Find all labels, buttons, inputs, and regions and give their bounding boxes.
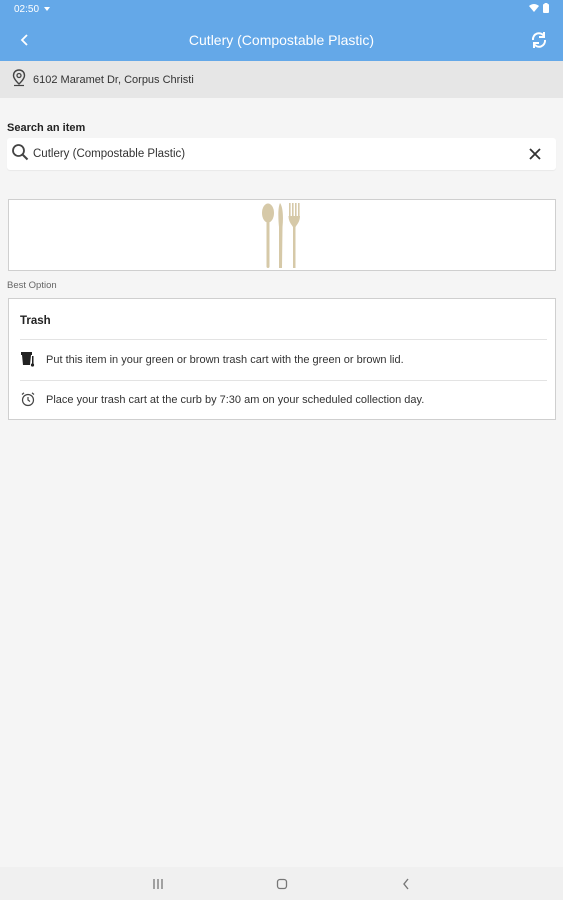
search-icon xyxy=(11,143,29,166)
back-nav-button[interactable] xyxy=(396,875,416,893)
item-image xyxy=(8,199,556,271)
notification-icon xyxy=(43,4,51,15)
refresh-icon xyxy=(531,32,547,48)
system-nav-bar xyxy=(0,867,563,900)
cutlery-icon xyxy=(262,203,300,268)
app-bar: Cutlery (Compostable Plastic) xyxy=(0,18,563,61)
address-text: 6102 Maramet Dr, Corpus Christi xyxy=(33,73,194,86)
home-icon xyxy=(276,878,288,890)
location-pin-icon xyxy=(11,69,27,90)
card-title: Trash xyxy=(20,315,51,327)
trash-cart-icon xyxy=(20,351,36,370)
search-box[interactable] xyxy=(7,138,556,170)
instruction-text: Place your trash cart at the curb by 7:3… xyxy=(46,394,425,406)
search-label: Search an item xyxy=(7,122,86,134)
refresh-button[interactable] xyxy=(527,28,551,52)
chevron-left-icon xyxy=(403,878,409,890)
instruction-text: Put this item in your green or brown tra… xyxy=(46,354,404,366)
recent-apps-button[interactable] xyxy=(148,875,168,893)
wifi-icon xyxy=(529,3,539,15)
instruction-row: Put this item in your green or brown tra… xyxy=(20,340,547,380)
search-input[interactable] xyxy=(33,148,522,160)
best-option-label: Best Option xyxy=(7,280,57,291)
status-bar: 02:50 xyxy=(0,0,563,18)
chevron-left-icon xyxy=(20,34,28,46)
clear-search-button[interactable] xyxy=(522,141,548,167)
home-button[interactable] xyxy=(272,875,292,893)
back-button[interactable] xyxy=(14,29,36,51)
address-bar[interactable]: 6102 Maramet Dr, Corpus Christi xyxy=(0,61,563,98)
close-icon xyxy=(529,148,541,160)
instruction-row: Place your trash cart at the curb by 7:3… xyxy=(20,380,547,420)
disposal-card: Trash Put this item in your green or bro… xyxy=(8,298,556,420)
status-time: 02:50 xyxy=(14,3,40,15)
alarm-clock-icon xyxy=(20,391,36,410)
battery-icon xyxy=(543,2,549,16)
page-title: Cutlery (Compostable Plastic) xyxy=(188,31,375,48)
recent-apps-icon xyxy=(153,879,163,889)
